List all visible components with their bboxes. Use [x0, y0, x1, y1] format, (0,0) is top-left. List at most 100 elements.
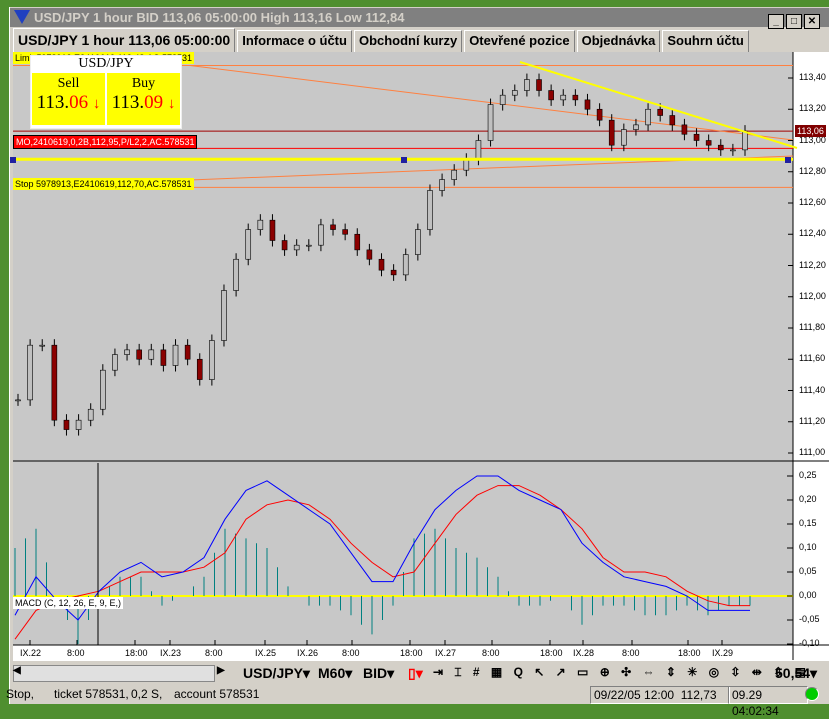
candle [669, 115, 676, 126]
period-dropdown[interactable]: M60▾ [318, 665, 352, 682]
macd-tick-label: 0,10 [799, 542, 817, 552]
buy-price-pips: 09 [144, 92, 164, 113]
macd-tick-label: 0,00 [799, 590, 817, 600]
status-order-type: Stop, [6, 687, 35, 701]
market-order-label[interactable]: MO,2410619,0,2B,112,95,P/L2,2,AC.578531 [13, 135, 198, 149]
candle [330, 224, 336, 230]
candle [233, 258, 239, 291]
candle [100, 369, 106, 410]
sell-label: Sell [57, 76, 80, 91]
time-tick-label: IX.25 [255, 648, 277, 658]
candle [293, 244, 300, 251]
candle [196, 358, 203, 380]
candle [657, 108, 663, 116]
candle [39, 344, 46, 347]
arrow-down-icon: ↓ [167, 96, 176, 112]
candle [390, 269, 397, 276]
candle [51, 344, 58, 421]
candle [281, 240, 288, 251]
candle [27, 344, 33, 401]
macd-tick-label: -0,10 [799, 638, 820, 648]
candle [548, 90, 554, 101]
candle [63, 419, 70, 430]
buy-label: Buy [131, 76, 156, 91]
price-tick-label: 111,20 [799, 415, 826, 426]
candle [15, 399, 21, 402]
candle [184, 344, 191, 360]
line-handle [785, 157, 791, 163]
status-account: account 578531 [174, 687, 260, 701]
candle [621, 129, 627, 146]
scroll-left-icon[interactable]: ◀ [13, 665, 27, 676]
sell-button[interactable]: Sell 113.06 ↓ [32, 73, 105, 125]
candle [681, 124, 688, 135]
candle [427, 190, 433, 230]
candle [439, 179, 445, 191]
time-tick-label: 8:00 [205, 648, 223, 658]
macd-tick-label: 0,25 [799, 470, 817, 480]
candle [487, 104, 494, 141]
candle [572, 94, 579, 101]
candle [172, 344, 179, 366]
candle [499, 94, 506, 105]
price-tick-label: 111,40 [799, 384, 826, 395]
scroll-right-icon[interactable]: ▶ [217, 665, 225, 676]
price-tick-label: 112,80 [799, 165, 826, 176]
status-ticket: ticket 578531, [54, 687, 129, 701]
cursor-time: 09/22/05 12:00 [594, 688, 675, 702]
zoom-value: 50,54 [775, 665, 811, 681]
candle [451, 169, 458, 180]
price-tick-label: 111,80 [799, 322, 826, 332]
candle [717, 144, 724, 151]
candle [354, 233, 361, 251]
time-tick-label: IX.23 [160, 648, 182, 658]
candle [536, 79, 542, 91]
candle [415, 229, 421, 255]
sell-price-base: 113. [36, 92, 70, 113]
candle [269, 219, 276, 241]
price-tick-label: 113,20 [799, 103, 826, 114]
time-tick-label: IX.28 [573, 648, 595, 658]
candle [645, 108, 651, 126]
quote-symbol: USD/JPY [78, 56, 134, 71]
candle [342, 229, 348, 235]
candle [560, 94, 567, 101]
buy-button[interactable]: Buy 113.09 ↓ [107, 73, 180, 125]
candle [318, 224, 324, 246]
line-handle [401, 157, 407, 163]
macd-tick-label: 0,15 [799, 518, 817, 528]
candle [136, 349, 142, 360]
zoom-dropdown[interactable]: 50,54▾ [775, 665, 817, 682]
chart-tools-icons[interactable]: ⇥ ⌶ # ▦ Q ↖ ↗ ▭ ⊕ ✣ ⇔ ⇕ ✳ ◎ ⇳ ⇹ ⇳ ▤ [433, 665, 810, 680]
status-cursor: 09/22/05 12:00 112,73 [590, 686, 730, 704]
time-tick-label: 18:00 [540, 648, 563, 658]
price-type-dropdown[interactable]: BID▾ [363, 665, 394, 682]
period-value: M60 [318, 665, 346, 681]
price-tick-label: 112,00 [799, 290, 826, 301]
symbol-value: USD/JPY [243, 665, 303, 681]
status-amount: 0,2 S, [131, 687, 163, 701]
time-tick-label: 8:00 [342, 648, 360, 658]
time-tick-label: 8:00 [622, 648, 640, 658]
candle [475, 140, 482, 160]
time-tick-label: 8:00 [67, 648, 85, 658]
time-tick-label: IX.29 [712, 648, 734, 658]
chart-toolbar: ◀ ▶ USD/JPY▾ M60▾ BID▾ ▯▾ ⇥ ⌶ # ▦ Q ↖ ↗ … [13, 662, 829, 684]
time-tick-label: 18:00 [400, 648, 423, 658]
price-type-value: BID [363, 665, 388, 681]
candle [378, 258, 385, 271]
candle [366, 249, 373, 260]
candle [305, 244, 312, 247]
candle [221, 290, 227, 341]
candle [402, 254, 409, 276]
candle [160, 349, 167, 366]
price-tick-label: 112,40 [799, 228, 826, 239]
price-tick-label: 111,60 [799, 353, 826, 364]
candle-type-icon[interactable]: ▯▾ [408, 665, 423, 682]
current-price-label: 113,06 [795, 125, 826, 137]
stop-order-label[interactable]: Stop 5978913,E2410619,112,70,AC.578531 [13, 178, 194, 190]
status-clock: 09.29 04:02:34 [728, 686, 808, 718]
symbol-dropdown[interactable]: USD/JPY▾ [243, 665, 310, 682]
horizontal-scrollbar[interactable] [13, 665, 215, 682]
candle [257, 219, 264, 230]
